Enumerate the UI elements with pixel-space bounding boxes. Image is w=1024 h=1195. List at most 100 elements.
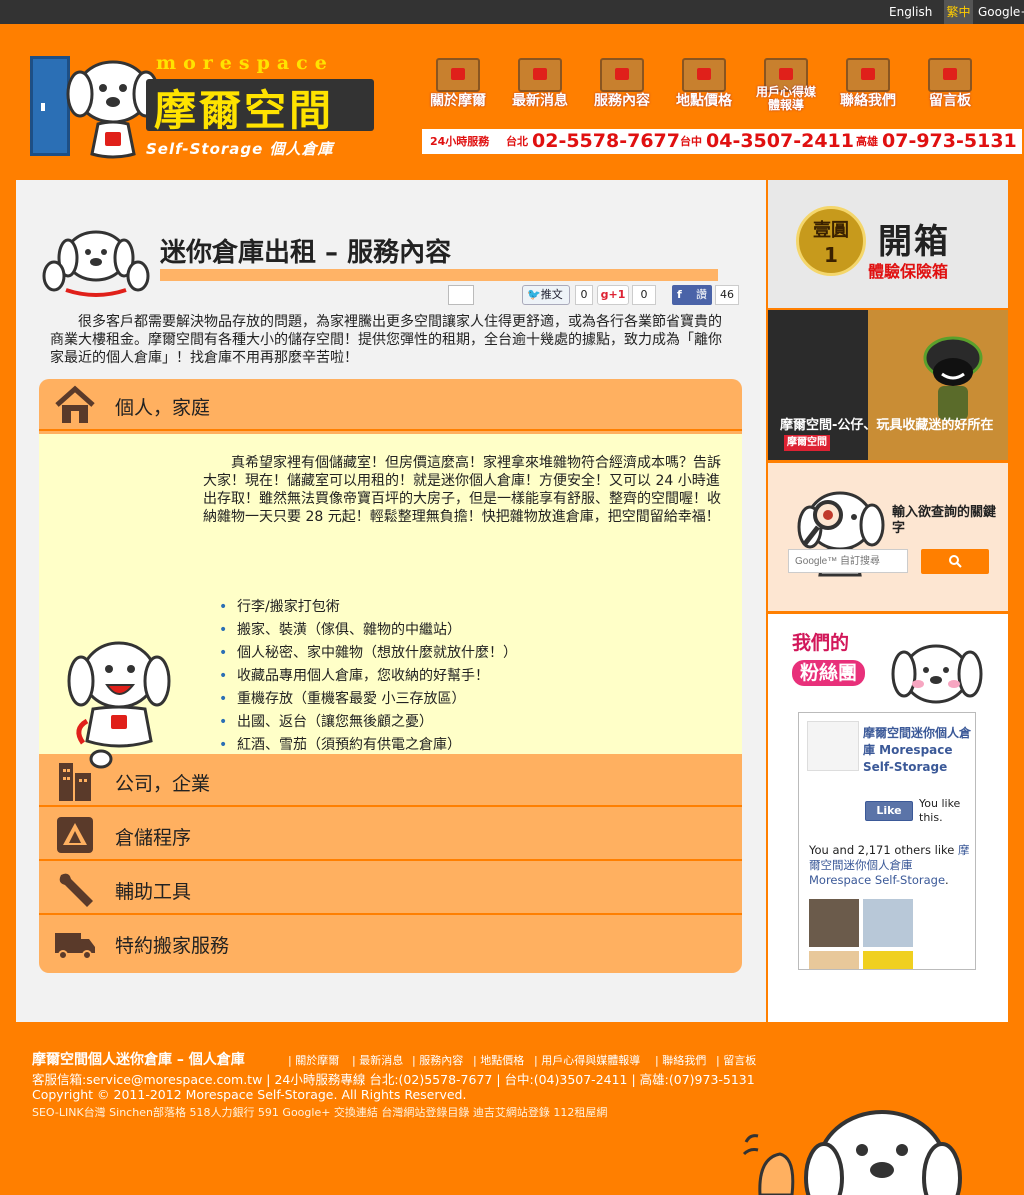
tweet-button[interactable]: 推文: [522, 285, 570, 305]
truck-icon: [55, 933, 95, 960]
storage-box-icon: [436, 58, 480, 92]
footer-link[interactable]: | 最新消息: [352, 1052, 403, 1068]
brand-tagline: Self-Storage 個人倉庫: [146, 140, 334, 158]
footer-copyright: Copyright © 2011-2012 Morespace Self-Sto…: [32, 1087, 467, 1102]
search-button[interactable]: [921, 549, 989, 574]
nav-label: 用戶心得媒體報導: [755, 85, 816, 112]
fan-avatar[interactable]: [863, 899, 913, 947]
search-input[interactable]: [788, 549, 908, 573]
fb-page-name[interactable]: 摩爾空間迷你個人倉庫 Morespace Self-Storage: [863, 725, 971, 776]
title-underline: [160, 269, 718, 281]
footer-link[interactable]: | 關於摩爾: [288, 1052, 339, 1068]
footer-link-label: 關於摩爾: [295, 1054, 340, 1067]
list-item: 收藏品專用個人倉庫，您收納的好幫手！: [219, 665, 517, 688]
tweet-label: 推文: [540, 288, 563, 301]
promo-headline: 開箱: [878, 222, 950, 262]
fb-like-button[interactable]: Like: [865, 801, 913, 821]
section-label: 輔助工具: [115, 881, 192, 903]
footer-link-label: 留言板: [723, 1054, 757, 1067]
warning-triangle-icon: [57, 817, 93, 853]
nav-news[interactable]: 最新消息: [505, 48, 575, 120]
nav-label: 關於摩爾: [430, 93, 486, 109]
footer-seo-links[interactable]: SEO-LINK台灣 Sinchen部落格 518人力銀行 591 Google…: [32, 1104, 607, 1120]
section-personal-body: 真希望家裡有個儲藏室！但房價這麼高！家裡拿來堆雜物符合經濟成本嗎？告訴大家！現在…: [39, 434, 742, 769]
nav-label: 留言板: [929, 93, 971, 109]
mascot-dog-footer-icon: [742, 1110, 962, 1195]
section-moving-header[interactable]: 特約搬家服務: [39, 917, 742, 969]
list-item: 重機存放（重機客最愛 小三存放區）: [219, 688, 517, 711]
section-tools-header[interactable]: 輔助工具: [39, 863, 742, 915]
section-company-header[interactable]: 公司，企業: [39, 755, 742, 807]
googleplus-link[interactable]: Google+: [978, 0, 1024, 24]
promo-caption: 摩爾空間-公仔、玩具收藏迷的好所在摩爾空間: [780, 418, 1000, 451]
footer-link-label: 服務內容: [419, 1054, 464, 1067]
facebook-like-count: 46: [715, 285, 739, 305]
fb-count-prefix: You and 2,171 others like: [809, 843, 959, 857]
phone-kaohsiung[interactable]: 07-973-5131: [882, 129, 1017, 154]
facebook-page-widget: 摩爾空間迷你個人倉庫 Morespace Self-Storage Like Y…: [798, 712, 976, 970]
mascot-dog-flex-icon: [42, 230, 150, 297]
fb-like-count-text: You and 2,171 others like 摩爾空間迷你個人倉庫 Mor…: [809, 843, 973, 888]
nav-locations[interactable]: 地點價格: [669, 48, 739, 120]
badge-text: 壹圓: [813, 220, 849, 241]
footer-link-label: 地點價格: [480, 1054, 525, 1067]
footer-link[interactable]: | 留言板: [716, 1052, 756, 1068]
nav-label: 地點價格: [676, 93, 732, 109]
footer-link-label: 用戶心得與媒體報導: [541, 1054, 641, 1067]
section-label: 公司，企業: [115, 773, 211, 795]
phone-kaohsiung-label: 高雄: [856, 135, 878, 148]
storage-box-icon: [600, 58, 644, 92]
nav-contact[interactable]: 聯絡我們: [833, 48, 903, 120]
page-logo-thumbnail[interactable]: [807, 721, 859, 771]
fans-title: 我們的 粉絲團: [792, 630, 866, 686]
nav-about[interactable]: 關於摩爾: [423, 48, 493, 120]
search-panel: 輸入欲查詢的關鍵字: [768, 463, 1008, 611]
footer-link[interactable]: | 服務內容: [412, 1052, 463, 1068]
site-logo[interactable]: morespace 摩爾空間 Self-Storage 個人倉庫: [28, 48, 378, 164]
phone-taipei[interactable]: 02-5578-7677: [532, 129, 680, 154]
phone-strip: 24小時服務 台北 02-5578-7677 台中 04-3507-2411 高…: [422, 129, 1022, 154]
one-dollar-badge: 壹圓 1: [796, 206, 866, 276]
footer-link[interactable]: | 地點價格: [473, 1052, 524, 1068]
tweet-count: 0: [575, 285, 593, 305]
lang-traditional-link[interactable]: 繁中: [944, 0, 973, 24]
footer-title: 摩爾空間個人迷你倉庫 – 個人倉庫: [32, 1052, 245, 1068]
footer-link[interactable]: | 聯絡我們: [655, 1052, 706, 1068]
footer-contact: 客服信箱:service@morespace.com.tw | 24小時服務專線…: [32, 1072, 755, 1087]
lang-english-link[interactable]: English: [889, 0, 932, 24]
promo-collectibles-banner[interactable]: 摩爾空間-公仔、玩具收藏迷的好所在摩爾空間: [768, 310, 1008, 460]
search-icon: [949, 555, 962, 568]
gplus-count: 0: [632, 285, 656, 305]
footer-link[interactable]: | 用戶心得與媒體報導: [534, 1052, 640, 1068]
fan-page-panel: 我們的 粉絲團 摩爾空間迷你個人倉庫 Morespace Self-Storag…: [768, 614, 1008, 1022]
nav-reviews[interactable]: 用戶心得媒體報導: [751, 48, 821, 120]
section-label: 個人，家庭: [115, 397, 211, 419]
fan-avatar[interactable]: [863, 951, 913, 969]
phone-taichung-label: 台中: [680, 135, 702, 148]
badge-number: 1: [824, 243, 838, 267]
gplus-button[interactable]: g+1: [597, 285, 629, 305]
section-personal-header[interactable]: 個人，家庭: [39, 379, 742, 431]
caption-text: 摩爾空間-公仔、玩具收藏迷的好所在: [780, 418, 994, 433]
page-title: 迷你倉庫出租 – 服務內容: [160, 238, 452, 268]
house-icon: [55, 385, 95, 423]
section-procedure-header[interactable]: 倉儲程序: [39, 809, 742, 861]
list-item: 出國、返台（讓您無後顧之憂）: [219, 711, 517, 734]
nav-guestbook[interactable]: 留言板: [915, 48, 985, 120]
fan-avatar[interactable]: [809, 951, 859, 969]
list-item: 紅酒、雪茄（須預約有供電之倉庫）: [219, 734, 517, 757]
nav-services[interactable]: 服務內容: [587, 48, 657, 120]
promo-safe-box-banner[interactable]: 壹圓 1 開箱 體驗保險箱: [768, 180, 1008, 308]
list-item: 個人秘密、家中雜物（想放什麼就放什麼！）: [219, 642, 517, 665]
storage-box-icon: [846, 58, 890, 92]
mascot-dog-blush-icon: [891, 644, 983, 704]
wrench-icon: [59, 873, 93, 907]
personal-service-list: 行李/搬家打包術 搬家、裝潢（傢俱、雜物的中繼站） 個人秘密、家中雜物（想放什麼…: [219, 596, 517, 757]
facebook-like-button[interactable]: 讚: [672, 285, 712, 305]
phone-taichung[interactable]: 04-3507-2411: [706, 129, 854, 154]
phone-taipei-label: 台北: [506, 135, 528, 148]
storage-box-icon: [518, 58, 562, 92]
fan-avatar[interactable]: [809, 899, 859, 947]
storage-box-icon: [682, 58, 726, 92]
section-label: 特約搬家服務: [115, 935, 230, 957]
